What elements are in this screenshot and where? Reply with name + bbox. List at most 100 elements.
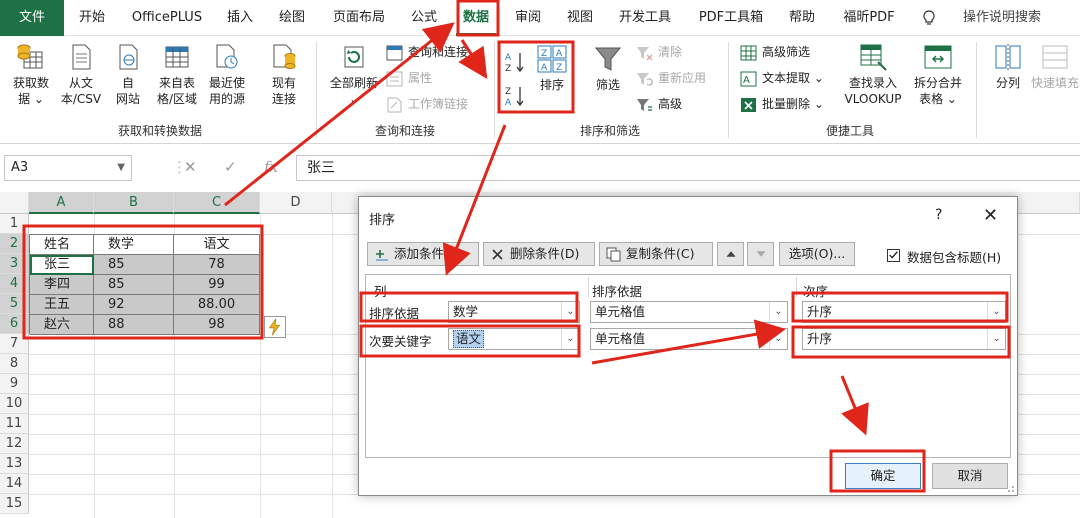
text-to-columns-button[interactable]: 分列 xyxy=(986,42,1030,91)
select-all-corner[interactable] xyxy=(0,192,29,214)
queries-connections-button[interactable]: 查询和连接 xyxy=(386,43,468,63)
tab-home[interactable]: 开始 xyxy=(72,0,112,36)
row-header[interactable]: 1 xyxy=(0,214,29,234)
delete-level-button[interactable]: 删除条件(D) xyxy=(483,242,595,266)
row-header[interactable]: 14 xyxy=(0,474,29,494)
tab-insert[interactable]: 插入 xyxy=(220,0,260,36)
tab-pdf-toolbox[interactable]: PDF工具箱 xyxy=(690,0,772,36)
chevron-down-icon[interactable]: ⌄ xyxy=(561,329,579,349)
tab-page-layout[interactable]: 页面布局 xyxy=(326,0,392,36)
row-header[interactable]: 10 xyxy=(0,394,29,414)
table-cell[interactable]: 王五 xyxy=(30,295,94,315)
row-header[interactable]: 9 xyxy=(0,374,29,394)
table-header-cell[interactable]: 语文 xyxy=(174,235,260,255)
column-select[interactable]: 语文 ⌄ xyxy=(448,328,580,350)
row-header[interactable]: 15 xyxy=(0,494,29,514)
from-text-csv-button[interactable]: 从文 本/CSV xyxy=(56,42,106,107)
ok-button[interactable]: 确定 xyxy=(845,463,921,489)
clear-filter-button[interactable]: 清除 xyxy=(636,43,682,63)
filter-button[interactable]: 筛选 xyxy=(588,44,628,93)
row-header[interactable]: 4 xyxy=(0,274,29,294)
refresh-all-button[interactable]: 全部刷新 ⌄ xyxy=(324,42,384,107)
text-extract-button[interactable]: A 文本提取 ⌄ xyxy=(740,69,824,89)
split-merge-button[interactable]: 拆分合并 表格 ⌄ xyxy=(908,42,968,107)
table-cell[interactable]: 98 xyxy=(174,315,260,335)
add-level-button[interactable]: 添加条件(A) xyxy=(367,242,479,266)
sort-button[interactable]: Z A A Z 排序 xyxy=(532,44,572,93)
options-button[interactable]: 选项(O)... xyxy=(779,242,855,266)
column-header-c[interactable]: C xyxy=(174,192,260,214)
from-table-range-button[interactable]: 来自表 格/区域 xyxy=(152,42,202,107)
sort-on-select[interactable]: 单元格值 ⌄ xyxy=(590,301,788,323)
existing-connections-button[interactable]: 现有 连接 xyxy=(262,42,306,107)
chevron-down-icon[interactable]: ⌄ xyxy=(561,302,579,322)
close-button[interactable]: ✕ xyxy=(983,205,998,226)
reapply-button[interactable]: 重新应用 xyxy=(636,69,706,89)
tab-review[interactable]: 审阅 xyxy=(508,0,548,36)
has-headers-checkbox[interactable] xyxy=(887,249,900,262)
order-select[interactable]: 升序 ⌄ xyxy=(802,328,1006,350)
column-header-b[interactable]: B xyxy=(94,192,174,214)
get-data-button[interactable]: 获取数 据 ⌄ xyxy=(6,42,56,107)
tab-officeplus[interactable]: OfficePLUS xyxy=(124,0,210,36)
sort-on-select[interactable]: 单元格值 ⌄ xyxy=(590,328,788,350)
help-button[interactable]: ? xyxy=(935,207,942,223)
tab-file[interactable]: 文件 xyxy=(0,0,64,36)
table-cell[interactable]: 李四 xyxy=(30,275,94,295)
tab-foxit-pdf[interactable]: 福昕PDF xyxy=(832,0,906,36)
chevron-down-icon[interactable]: ▼ xyxy=(117,156,125,180)
tab-developer[interactable]: 开发工具 xyxy=(612,0,678,36)
name-box[interactable]: A3 ▼ xyxy=(4,155,132,181)
sort-z-to-a-icon[interactable]: Z A xyxy=(504,84,526,108)
row-header[interactable]: 11 xyxy=(0,414,29,434)
tab-formulas[interactable]: 公式 xyxy=(404,0,444,36)
resize-grip-icon[interactable] xyxy=(1005,483,1015,493)
edit-links-button[interactable]: 工作簿链接 xyxy=(386,95,468,115)
tab-help[interactable]: 帮助 xyxy=(782,0,822,36)
row-header[interactable]: 12 xyxy=(0,434,29,454)
row-header[interactable]: 13 xyxy=(0,454,29,474)
order-select[interactable]: 升序 ⌄ xyxy=(802,301,1006,323)
table-cell[interactable]: 88 xyxy=(94,315,174,335)
tab-data[interactable]: 数据 xyxy=(456,0,496,36)
recent-sources-button[interactable]: 最近使 用的源 xyxy=(204,42,250,107)
batch-delete-button[interactable]: 批量删除 ⌄ xyxy=(740,95,824,115)
move-down-button[interactable] xyxy=(747,242,774,266)
column-header-d[interactable]: D xyxy=(260,192,332,214)
column-header-a[interactable]: A xyxy=(29,192,94,214)
column-select[interactable]: 数学 ⌄ xyxy=(448,301,580,323)
row-header[interactable]: 3 xyxy=(0,254,29,274)
advanced-filter-button[interactable]: 高级 xyxy=(636,95,682,115)
table-header-cell[interactable]: 数学 xyxy=(94,235,174,255)
from-web-button[interactable]: 自 网站 xyxy=(108,42,148,107)
table-header-cell[interactable]: 姓名 xyxy=(30,235,94,255)
row-header[interactable]: 2 xyxy=(0,234,29,254)
cancel-x-icon[interactable]: ✕ xyxy=(184,158,197,176)
advanced-filter-tool-button[interactable]: 高级筛选 xyxy=(740,43,810,63)
row-header[interactable]: 7 xyxy=(0,334,29,354)
table-cell[interactable]: 99 xyxy=(174,275,260,295)
formula-input[interactable]: 张三 xyxy=(296,155,1080,181)
move-up-button[interactable] xyxy=(717,242,744,266)
row-header[interactable]: 6 xyxy=(0,314,29,334)
chevron-down-icon[interactable]: ⌄ xyxy=(769,329,787,349)
row-header[interactable]: 5 xyxy=(0,294,29,314)
chevron-down-icon[interactable]: ⌄ xyxy=(987,329,1005,349)
tell-me-search[interactable]: 操作说明搜索 xyxy=(944,0,1060,36)
vlookup-button[interactable]: 查找录入 VLOOKUP xyxy=(838,42,908,107)
tab-draw[interactable]: 绘图 xyxy=(272,0,312,36)
chevron-down-icon[interactable]: ⌄ xyxy=(987,302,1005,322)
properties-button[interactable]: 属性 xyxy=(386,69,432,89)
sort-a-to-z-icon[interactable]: A Z xyxy=(504,50,526,74)
table-cell[interactable]: 88.00 xyxy=(174,295,260,315)
table-cell-active[interactable]: 张三 xyxy=(30,255,94,275)
cancel-button[interactable]: 取消 xyxy=(932,463,1008,489)
tab-view[interactable]: 视图 xyxy=(560,0,600,36)
flash-fill-button[interactable]: 快速填充 xyxy=(1030,42,1080,91)
insert-function-icon[interactable]: fx xyxy=(264,158,278,176)
table-cell[interactable]: 赵六 xyxy=(30,315,94,335)
table-cell[interactable]: 78 xyxy=(174,255,260,275)
table-cell[interactable]: 85 xyxy=(94,275,174,295)
copy-level-button[interactable]: 复制条件(C) xyxy=(599,242,713,266)
table-cell[interactable]: 92 xyxy=(94,295,174,315)
